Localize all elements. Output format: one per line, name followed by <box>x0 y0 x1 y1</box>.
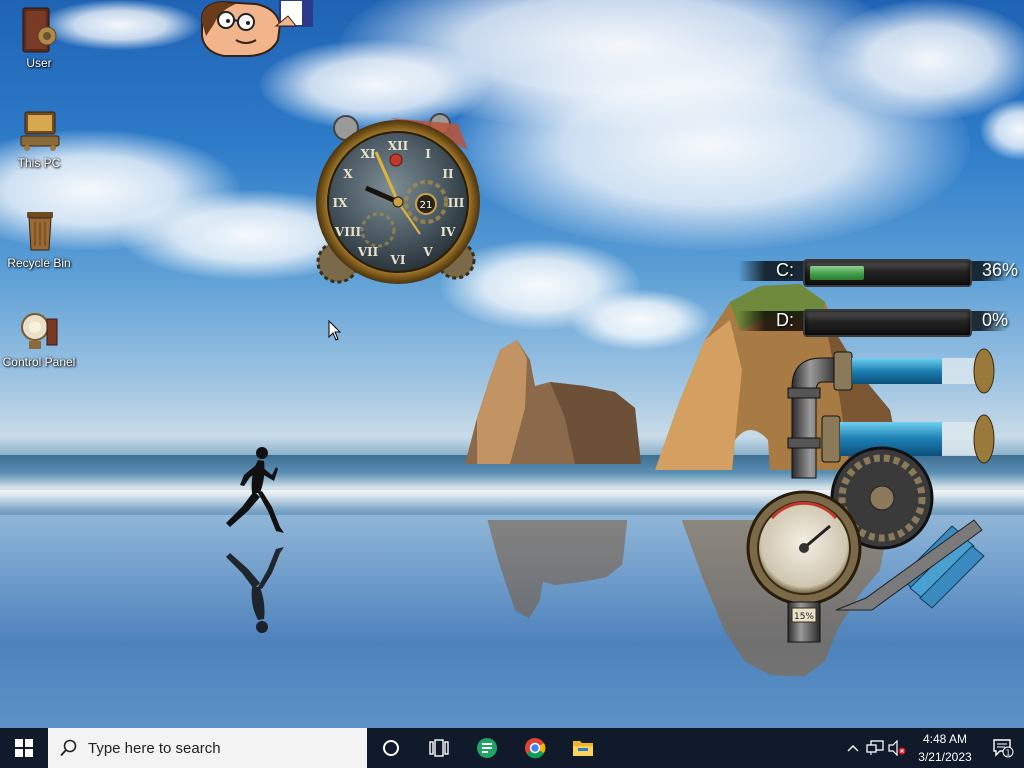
notification-count: 1 <box>1005 749 1010 758</box>
svg-text:VI: VI <box>390 253 406 267</box>
volume-muted-icon <box>888 740 906 756</box>
windows-logo-icon <box>15 739 33 757</box>
svg-text:XII: XII <box>388 139 409 153</box>
network-icon <box>866 740 884 755</box>
desktop-icon-user[interactable]: User <box>0 6 78 70</box>
control-panel-icon <box>21 313 58 349</box>
drive-usage-percent: 0% <box>982 310 1009 330</box>
clock-date-dial: 21 <box>420 200 433 211</box>
cartoon-face-gadget[interactable] <box>196 0 318 60</box>
drive-meter <box>803 259 972 287</box>
system-tray: 4:48 AM 3/21/2023 1 <box>842 728 1024 768</box>
svg-text:V: V <box>422 245 433 259</box>
clock-time: 4:48 AM <box>922 732 968 746</box>
cortana-icon <box>383 740 399 756</box>
taskbar-app-file-explorer[interactable] <box>559 728 607 768</box>
action-center-button[interactable]: 1 <box>982 728 1024 768</box>
svg-text:VIII: VIII <box>334 225 362 239</box>
search-icon <box>60 739 77 757</box>
sheets-icon <box>477 738 497 758</box>
task-view-icon <box>429 739 449 757</box>
desktop-icon-control-panel[interactable]: Control Panel <box>0 305 78 369</box>
start-button[interactable] <box>0 728 48 768</box>
file-explorer-icon <box>573 741 593 756</box>
desktop-icon-this-pc[interactable]: This PC <box>0 106 78 170</box>
drive-meter-fill <box>810 266 864 280</box>
svg-text:XI: XI <box>361 147 376 161</box>
runner-silhouette <box>226 447 284 533</box>
show-hidden-icons-button[interactable] <box>842 728 864 768</box>
chrome-icon <box>525 738 546 759</box>
computer-icon <box>20 111 60 151</box>
network-tray-button[interactable] <box>864 728 886 768</box>
search-input[interactable] <box>86 738 350 758</box>
desktop-icon-recycle-bin[interactable]: Recycle Bin <box>0 206 78 270</box>
desktop-icon-label: This PC <box>17 156 61 170</box>
runner-reflection <box>226 547 284 633</box>
notification-icon: 1 <box>993 739 1014 758</box>
task-view-button[interactable] <box>415 728 463 768</box>
taskbar-app-sheets[interactable] <box>463 728 511 768</box>
taskbar-clock[interactable]: 4:48 AM 3/21/2023 <box>908 730 982 766</box>
taskbar: 4:48 AM 3/21/2023 1 <box>0 728 1024 768</box>
volume-tray-button[interactable] <box>886 728 908 768</box>
taskbar-app-chrome[interactable] <box>511 728 559 768</box>
cortana-button[interactable] <box>367 728 415 768</box>
drive-gauge-d[interactable]: D: 0% <box>738 304 1008 338</box>
steampunk-cpu-gadget[interactable]: 15% <box>742 348 1002 650</box>
svg-text:II: II <box>442 167 454 181</box>
sea-stack-left <box>465 340 641 464</box>
svg-text:IV: IV <box>441 225 457 239</box>
chevron-up-icon <box>847 745 859 752</box>
cpu-gauge-readout: 15% <box>794 612 814 622</box>
clock-date: 3/21/2023 <box>918 750 972 764</box>
rock-reflection-left <box>487 520 628 619</box>
drive-meter <box>803 309 972 337</box>
recycle-bin-icon <box>27 212 53 251</box>
svg-text:I: I <box>425 147 431 161</box>
svg-text:X: X <box>343 167 353 181</box>
taskbar-search-box[interactable] <box>48 728 367 768</box>
steampunk-clock-gadget[interactable]: XIIIII IIIIVV VIVIIVIII IXXXI 21 <box>308 110 486 288</box>
svg-text:III: III <box>448 196 465 210</box>
drive-gauge-c[interactable]: C: 36% <box>738 254 1018 288</box>
desktop-icon-label: Recycle Bin <box>7 256 71 270</box>
user-folder-icon <box>22 7 57 53</box>
svg-text:VII: VII <box>357 245 379 259</box>
desktop-icon-label: Control Panel <box>2 355 76 369</box>
mouse-cursor-icon <box>328 320 342 341</box>
drive-letter: C: <box>776 260 794 280</box>
drive-usage-percent: 36% <box>982 260 1019 280</box>
drive-letter: D: <box>776 310 794 330</box>
svg-text:IX: IX <box>333 196 349 210</box>
desktop-icon-label: User <box>26 56 52 70</box>
